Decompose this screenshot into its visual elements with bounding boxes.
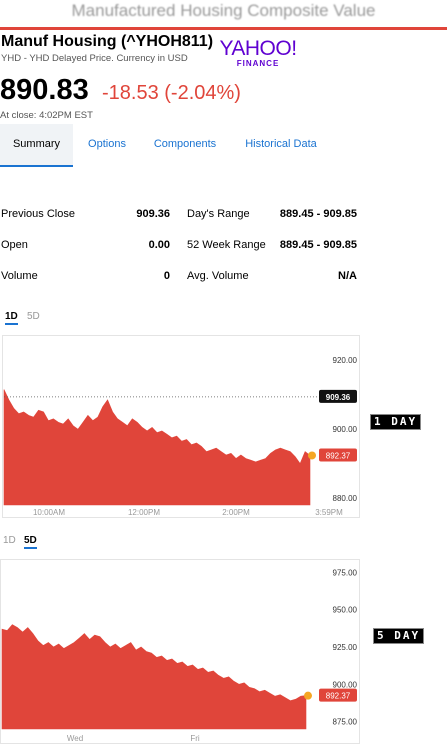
logo-main: YAHOO!	[219, 37, 297, 60]
five-day-chart[interactable]: 975.00 950.00 925.00 900.00 875.00 Wed Fri 892.…	[0, 559, 360, 744]
x-tick-label: Fri	[190, 734, 200, 743]
stat-value-52-week-range: 889.45 - 909.85	[279, 239, 357, 251]
price-area	[1, 624, 307, 730]
page-banner: Manufactured Housing Composite Value	[71, 1, 376, 20]
quote-tabs: Summary Options Components Historical Da…	[0, 124, 447, 168]
y-tick-label: 900.00	[333, 425, 358, 434]
logo-sub: FINANCE	[236, 59, 280, 68]
stat-value-days-range: 889.45 - 909.85	[279, 208, 357, 220]
range-tab-1d[interactable]: 1D	[5, 311, 18, 325]
y-tick-label: 875.00	[333, 718, 358, 727]
chart-svg: 975.00 950.00 925.00 900.00 875.00 Wed Fri 892.…	[0, 559, 360, 744]
last-price-marker	[304, 691, 312, 700]
stat-label-52-week-range: 52 Week Range	[187, 239, 266, 251]
y-tick-label: 920.00	[333, 356, 358, 365]
stat-value-open: 0.00	[148, 239, 170, 251]
y-tick-label: 900.00	[333, 680, 358, 689]
tab-summary[interactable]: Summary	[0, 124, 73, 167]
chart-svg: 920.00910.00900.00880.0010:00AM12:00PM2:…	[2, 335, 360, 518]
range-tab-5d-lower[interactable]: 5D	[24, 535, 37, 549]
stat-value-previous-close: 909.36	[136, 208, 170, 220]
stat-value-volume: 0	[163, 270, 170, 282]
last-price-marker	[308, 451, 316, 460]
y-tick-label: 925.00	[333, 643, 358, 652]
quote-title: Manuf Housing (^YHOH811)	[1, 33, 214, 50]
x-tick-label: 10:00AM	[33, 508, 65, 517]
range-tab-1d-lower[interactable]: 1D	[3, 535, 16, 546]
stat-label-avg-volume: Avg. Volume	[187, 270, 249, 282]
stat-label-volume: Volume	[1, 270, 38, 282]
five-day-badge: 5 DAY	[373, 628, 425, 644]
yahoo-finance-logo[interactable]: YAHOO! FINANCE	[218, 37, 298, 68]
y-tick-label: 880.00	[333, 494, 358, 503]
stat-label-days-range: Day's Range	[187, 208, 250, 220]
x-tick-label: 3:59PM	[315, 508, 343, 517]
stat-label-open: Open	[1, 239, 28, 251]
tab-components[interactable]: Components	[145, 124, 225, 165]
last-price-label: 892.37	[326, 451, 351, 460]
y-tick-label: 975.00	[333, 568, 358, 577]
tab-historical-data[interactable]: Historical Data	[235, 124, 327, 165]
y-tick-label: 950.00	[333, 606, 358, 615]
tab-options[interactable]: Options	[79, 124, 135, 165]
stat-label-previous-close: Previous Close	[1, 208, 75, 220]
one-day-badge: 1 DAY	[370, 414, 422, 430]
intraday-chart[interactable]: 920.00910.00900.00880.0010:00AM12:00PM2:…	[2, 335, 360, 518]
price-area	[3, 389, 311, 506]
x-tick-label: 12:00PM	[128, 508, 160, 517]
x-tick-label: Wed	[67, 734, 83, 743]
banner-divider	[0, 27, 447, 30]
last-price-label: 892.37	[326, 692, 351, 701]
x-tick-label: 2:00PM	[222, 508, 250, 517]
range-tab-5d[interactable]: 5D	[27, 311, 40, 322]
price-change: -18.53 (-2.04%)	[102, 82, 241, 104]
previous-close-label: 909.36	[326, 393, 351, 402]
close-time: At close: 4:02PM EST	[0, 110, 93, 121]
stat-value-avg-volume: N/A	[338, 270, 357, 282]
quote-subtitle: YHD - YHD Delayed Price. Currency in USD	[1, 53, 188, 64]
current-price: 890.83	[0, 74, 89, 106]
